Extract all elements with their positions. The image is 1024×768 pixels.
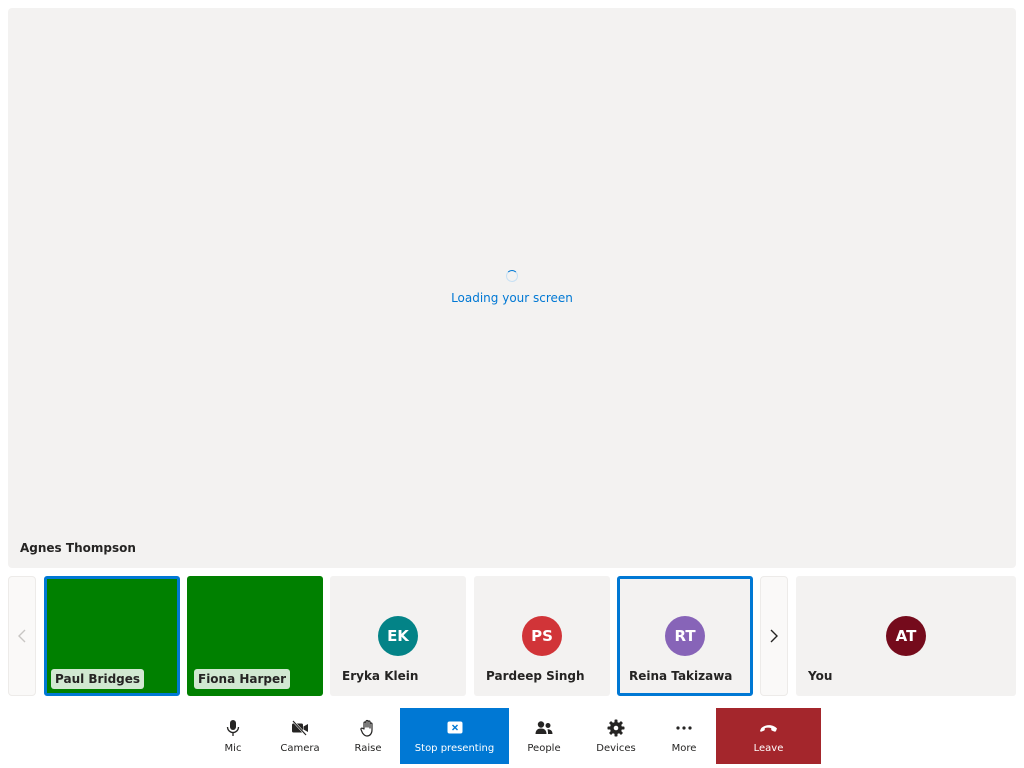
participant-tile[interactable]: PS Pardeep Singh xyxy=(474,576,610,696)
avatar: AT xyxy=(886,616,926,656)
self-view-tile[interactable]: AT You xyxy=(796,576,1016,696)
participant-name: Paul Bridges xyxy=(51,669,145,689)
avatar: RT xyxy=(665,616,705,656)
people-button[interactable]: People xyxy=(522,708,566,764)
presenter-name: Agnes Thompson xyxy=(20,541,136,555)
mic-button[interactable]: Mic xyxy=(213,708,253,764)
shared-screen-stage: Loading your screen Agnes Thompson xyxy=(8,8,1016,568)
participant-tile[interactable]: EK Eryka Klein xyxy=(330,576,466,696)
people-icon xyxy=(535,719,553,737)
gear-icon xyxy=(607,719,625,737)
spinner-icon xyxy=(506,270,518,282)
devices-button[interactable]: Devices xyxy=(594,708,638,764)
camera-off-icon xyxy=(291,719,309,737)
stop-presenting-button[interactable]: Stop presenting xyxy=(400,708,509,764)
participant-name: Fiona Harper xyxy=(194,669,291,689)
participant-tile[interactable]: Fiona Harper xyxy=(187,576,323,696)
participant-name: Eryka Klein xyxy=(342,669,419,683)
loading-indicator: Loading your screen xyxy=(8,270,1016,305)
stop-share-icon xyxy=(446,719,464,737)
devices-label: Devices xyxy=(596,742,636,754)
mic-label: Mic xyxy=(224,742,242,754)
participant-tile[interactable]: RT Reina Takizawa xyxy=(617,576,753,696)
participant-name: Reina Takizawa xyxy=(629,669,733,683)
loading-text: Loading your screen xyxy=(451,291,573,305)
more-icon xyxy=(675,719,693,737)
meeting-control-bar: Mic Camera Raise Stop presenting People xyxy=(0,704,1024,768)
participant-tile[interactable]: Paul Bridges xyxy=(44,576,180,696)
camera-label: Camera xyxy=(280,742,320,754)
chevron-right-icon xyxy=(770,629,778,643)
more-label: More xyxy=(671,742,697,754)
more-button[interactable]: More xyxy=(664,708,704,764)
chevron-left-icon xyxy=(18,629,26,643)
leave-label: Leave xyxy=(753,742,784,754)
raise-label: Raise xyxy=(354,742,382,754)
self-name: You xyxy=(808,669,833,683)
leave-button[interactable]: Leave xyxy=(716,708,821,764)
camera-button[interactable]: Camera xyxy=(276,708,324,764)
avatar: PS xyxy=(522,616,562,656)
participant-gallery: Paul Bridges Fiona Harper EK Eryka Klein… xyxy=(0,576,1024,696)
stop-presenting-label: Stop presenting xyxy=(414,742,495,754)
raise-hand-button[interactable]: Raise xyxy=(346,708,390,764)
avatar: EK xyxy=(378,616,418,656)
hand-icon xyxy=(359,719,377,737)
gallery-next-button[interactable] xyxy=(760,576,788,696)
gallery-previous-button[interactable] xyxy=(8,576,36,696)
meeting-window: Loading your screen Agnes Thompson Paul … xyxy=(0,0,1024,768)
hang-up-icon xyxy=(759,719,778,737)
participant-name: Pardeep Singh xyxy=(486,669,585,683)
mic-icon xyxy=(224,719,242,737)
people-label: People xyxy=(527,742,561,754)
